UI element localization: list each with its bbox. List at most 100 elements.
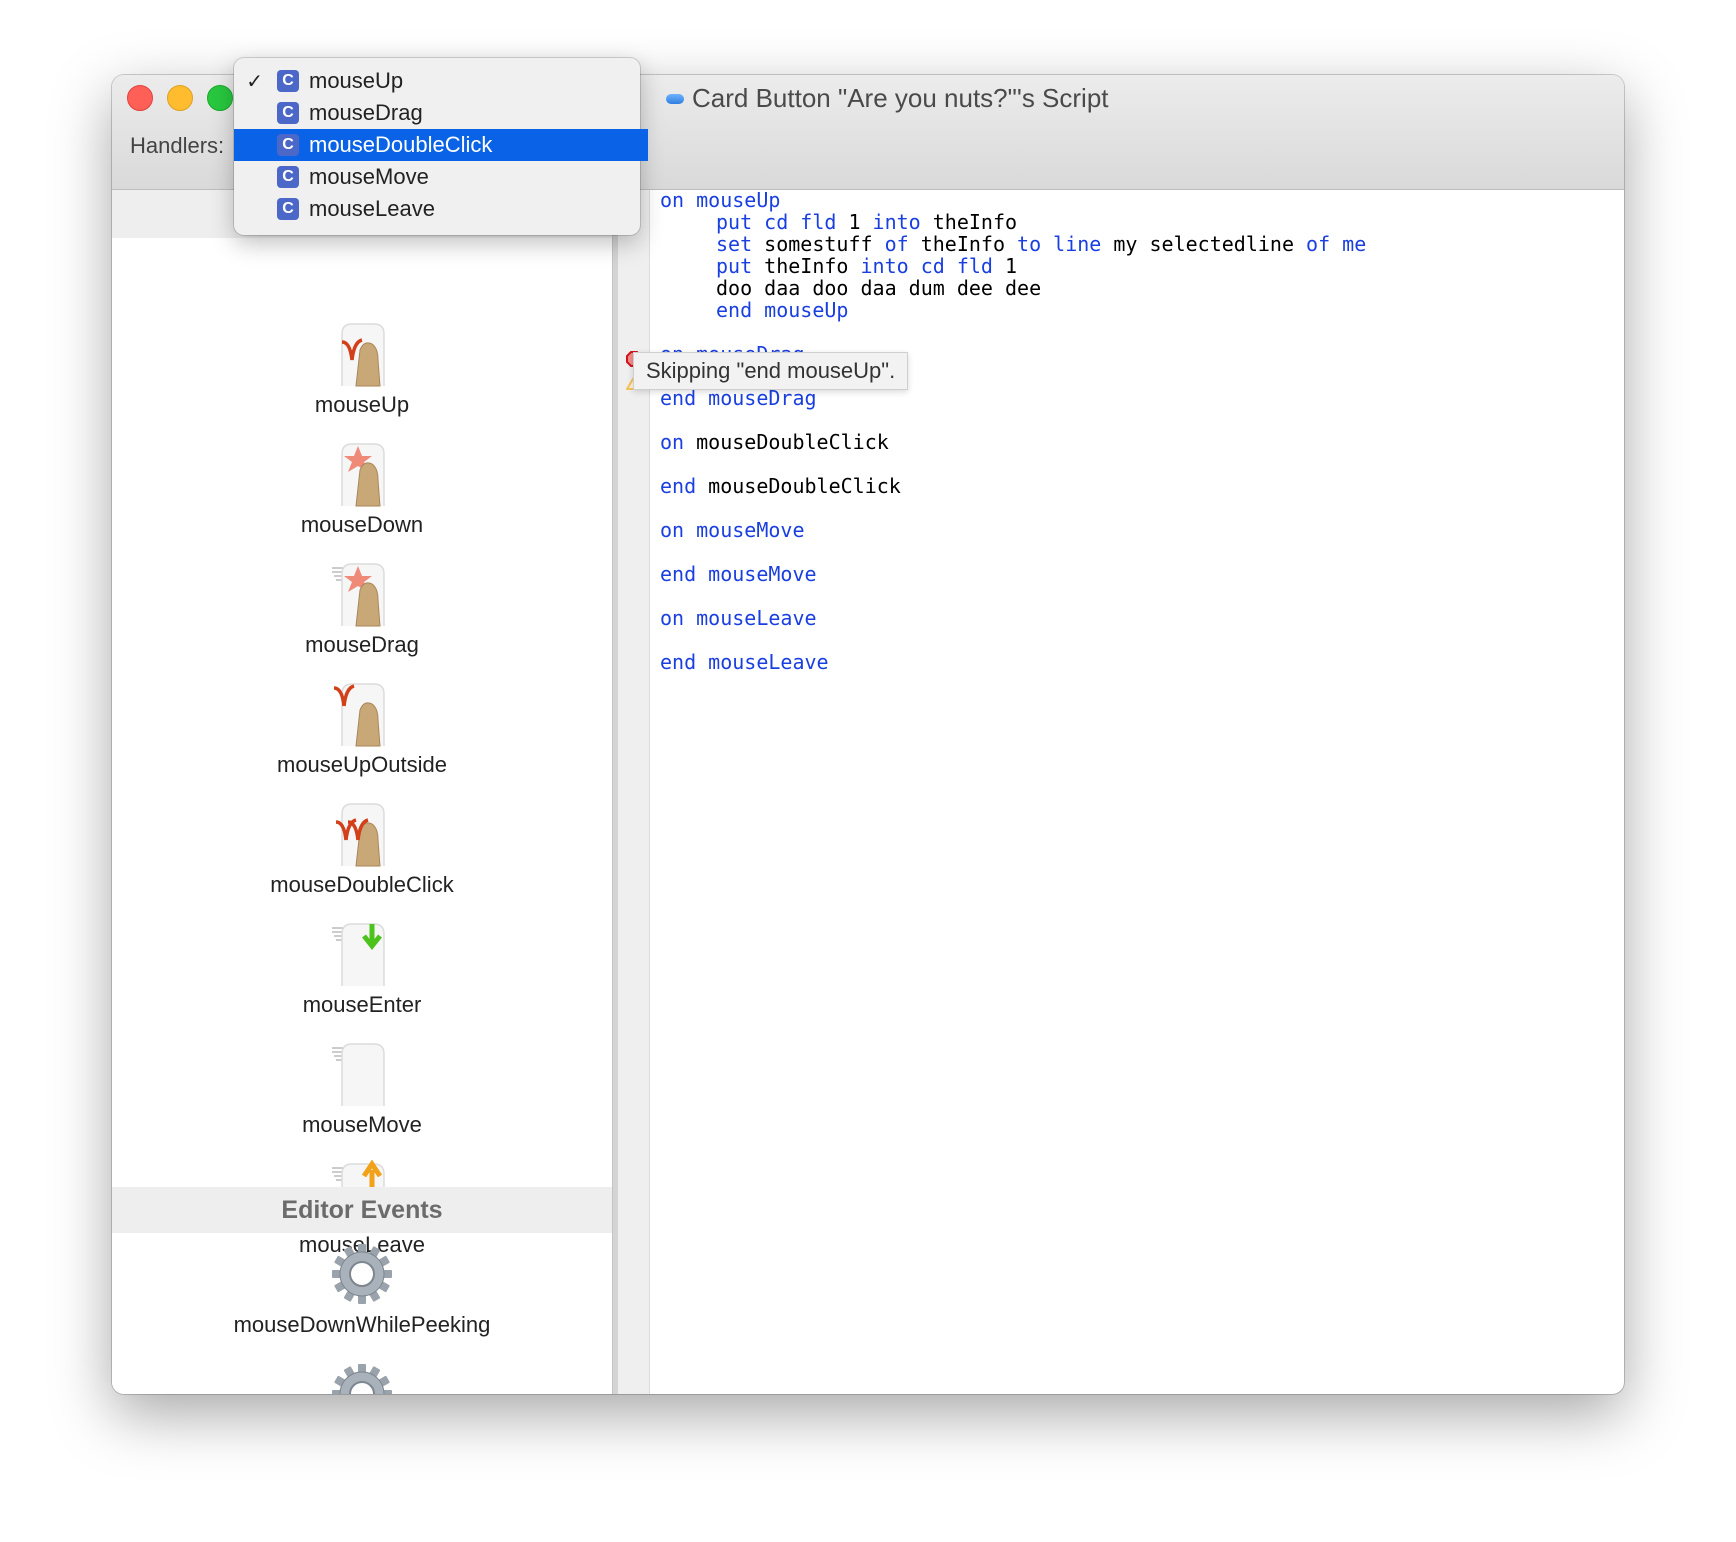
code-keyword: into: [872, 210, 921, 234]
menu-item-label: mouseMove: [309, 164, 429, 189]
card-handler-icon: C: [277, 166, 299, 188]
sidebar-item-label: mouseMove: [302, 1112, 422, 1137]
code-text: somestuff: [752, 232, 885, 256]
code-line[interactable]: [660, 453, 1624, 475]
sidebar-item-label: mouseDoubleClick: [270, 872, 454, 897]
code-keyword: on mouseLeave: [660, 606, 817, 630]
code-text: 1: [992, 254, 1018, 278]
code-text: my selectedline: [1101, 232, 1307, 256]
code-text: theInfo: [752, 254, 861, 278]
code-line[interactable]: end mouseDoubleClick: [660, 475, 1624, 497]
sidebar-item-label: mouseDown: [300, 512, 424, 537]
sidebar-item-editor-0[interactable]: mouseDownWhilePeeking: [112, 1240, 612, 1338]
sidebar-item-label: mouseDrag: [305, 632, 419, 657]
code-keyword: end mouseMove: [660, 562, 817, 586]
code-keyword: to line: [1017, 232, 1102, 256]
code-text: mouseDoubleClick: [696, 474, 901, 498]
code-keyword: end mouseUp: [716, 298, 849, 322]
menu-item-label: mouseDrag: [309, 100, 423, 125]
code-text: doo daa doo daa dum dee dee: [716, 276, 1042, 300]
menu-item-mousemove[interactable]: CmouseMove: [234, 161, 640, 193]
code-keyword: put: [716, 254, 753, 278]
sidebar-item-label: mouseEnter: [302, 992, 422, 1017]
sidebar-item-label: mouseDownWhilePeeking: [233, 1312, 491, 1337]
card-handler-icon: C: [277, 134, 299, 156]
menu-item-label: mouseUp: [309, 68, 404, 93]
code-keyword: on: [660, 430, 685, 454]
sidebar-item-editor-1[interactable]: [112, 1360, 612, 1394]
code-line[interactable]: on mouseDoubleClick: [660, 431, 1624, 453]
section-header-editor-events: Editor Events: [112, 1187, 612, 1233]
window-title-text: Card Button "Are you nuts?"'s Script: [692, 83, 1109, 113]
gear-icon: [112, 1360, 612, 1394]
handler-palette: mouseUp mouseDown mouseDrag mouseUpOutside m…: [112, 190, 612, 1394]
menu-item-label: mouseLeave: [309, 196, 435, 221]
handlers-label: Handlers:: [130, 133, 225, 158]
code-keyword: on mouseMove: [660, 518, 805, 542]
code-keyword: of: [884, 232, 909, 256]
sidebar-item-mousedoubleclick[interactable]: mouseDoubleClick: [112, 800, 612, 898]
code-keyword: mouseUp: [696, 188, 781, 212]
code-text: 1: [836, 210, 873, 234]
code-keyword: put cd fld: [716, 210, 837, 234]
code-line[interactable]: [660, 585, 1624, 607]
code-line[interactable]: on mouseLeave: [660, 607, 1624, 629]
code-line[interactable]: doo daa doo daa dum dee dee: [660, 277, 1624, 299]
checkmark-icon: ✓: [246, 70, 263, 93]
tooltip: Skipping "end mouseUp".: [633, 352, 909, 390]
code-keyword: set: [716, 232, 753, 256]
card-handler-icon: C: [277, 70, 299, 92]
close-button[interactable]: [127, 85, 153, 111]
menu-item-mouseup[interactable]: ✓ CmouseUp: [234, 65, 640, 97]
menu-item-label: mouseDoubleClick: [309, 132, 493, 157]
sidebar-item-mousedrag[interactable]: mouseDrag: [112, 560, 612, 658]
code-line[interactable]: [660, 409, 1624, 431]
sidebar-item-mouseenter[interactable]: mouseEnter: [112, 920, 612, 1018]
code-keyword: on: [660, 188, 685, 212]
finger-up-icon: [112, 320, 612, 388]
code-keyword: end mouseLeave: [660, 650, 829, 674]
code-keyword: end: [660, 474, 697, 498]
code-line[interactable]: [660, 321, 1624, 343]
mouse-enter-icon: [112, 920, 612, 988]
code-text: theInfo: [908, 232, 1018, 256]
code-line[interactable]: end mouseLeave: [660, 651, 1624, 673]
card-handler-icon: C: [277, 102, 299, 124]
code-line[interactable]: put theInfo into cd fld 1: [660, 255, 1624, 277]
mouse-move-icon: [112, 1040, 612, 1108]
menu-item-mousedoubleclick[interactable]: CmouseDoubleClick: [234, 129, 648, 161]
sidebar-item-mousemove[interactable]: mouseMove: [112, 1040, 612, 1138]
code-line[interactable]: end mouseMove: [660, 563, 1624, 585]
menu-item-mouseleave[interactable]: CmouseLeave: [234, 193, 640, 225]
zoom-button[interactable]: [207, 85, 233, 111]
window-title: Card Button "Are you nuts?"'s Script: [666, 83, 1109, 114]
finger-down-icon: [112, 440, 612, 508]
code-line[interactable]: [660, 497, 1624, 519]
code-line[interactable]: put cd fld 1 into theInfo: [660, 211, 1624, 233]
code-keyword: into cd fld: [860, 254, 993, 278]
code-line[interactable]: end mouseUp: [660, 299, 1624, 321]
sidebar-item-mousedown[interactable]: mouseDown: [112, 440, 612, 538]
sidebar-item-label: mouseUpOutside: [277, 752, 447, 777]
code-line[interactable]: [660, 629, 1624, 651]
code-line[interactable]: [660, 541, 1624, 563]
code-keyword: of me: [1306, 232, 1367, 256]
code-line[interactable]: end mouseDrag: [660, 387, 1624, 409]
menu-item-mousedrag[interactable]: CmouseDrag: [234, 97, 640, 129]
code-line[interactable]: on mouseMove: [660, 519, 1624, 541]
code-line[interactable]: set somestuff of theInfo to line my sele…: [660, 233, 1624, 255]
finger-drag-icon: [112, 560, 612, 628]
card-handler-icon: C: [277, 198, 299, 220]
code-line[interactable]: on mouseUp: [660, 189, 1624, 211]
handlers-dropdown-menu: ✓ CmouseUp CmouseDrag CmouseDoubleClick Cmou…: [234, 58, 648, 235]
button-icon: [666, 93, 684, 104]
sidebar-item-label: mouseUp: [314, 392, 410, 417]
minimize-button[interactable]: [167, 85, 193, 111]
sidebar-item-mouseup[interactable]: mouseUp: [112, 320, 612, 418]
finger-double-click-icon: [112, 800, 612, 868]
finger-up-outside-icon: [112, 680, 612, 748]
sidebar-item-mouseupoutside[interactable]: mouseUpOutside: [112, 680, 612, 778]
code-text: theInfo: [920, 210, 1018, 234]
gear-icon: [112, 1240, 612, 1308]
